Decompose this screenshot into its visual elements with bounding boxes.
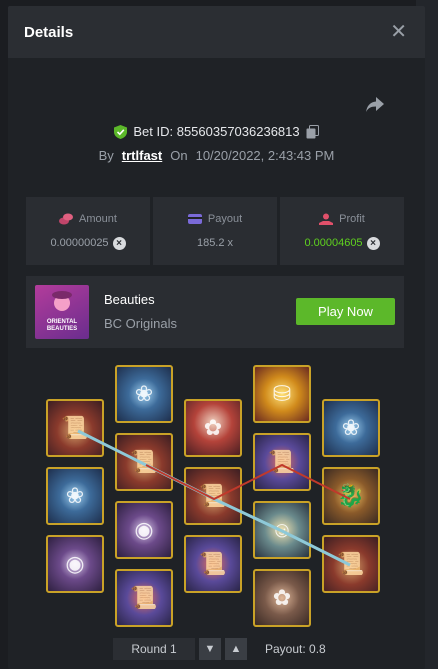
modal-header: Details ✕ xyxy=(8,6,425,58)
oriental-beauties-logo: ORIENTAL BEAUTIES xyxy=(47,291,78,332)
paylines xyxy=(77,429,351,567)
coin-icon: × xyxy=(112,236,126,250)
profit-hand-icon xyxy=(319,213,334,225)
payline-red xyxy=(145,463,351,501)
stat-payout: Payout 185.2 x xyxy=(153,197,277,265)
amount-label: Amount xyxy=(79,212,117,225)
bet-id: Bet ID: 85560357036236813 xyxy=(133,124,300,139)
play-now-button[interactable]: Play Now xyxy=(296,298,395,325)
details-modal: Details ✕ Bet ID: 85560357036236813 By t… xyxy=(8,6,425,669)
coin-icon: × xyxy=(366,236,380,250)
game-card: ORIENTAL BEAUTIES Beauties BC Originals … xyxy=(26,276,404,348)
game-name[interactable]: Beauties xyxy=(104,292,155,307)
on-label: On xyxy=(170,148,188,163)
round-selector[interactable]: Round 1 xyxy=(113,638,195,660)
stat-profit: Profit 0.00004605 × xyxy=(280,197,404,265)
verified-shield-icon xyxy=(114,124,128,139)
profit-label: Profit xyxy=(339,212,365,225)
payout-label: Payout xyxy=(207,213,243,225)
copy-icon[interactable] xyxy=(306,124,319,139)
coins-icon xyxy=(59,213,74,224)
wallet-icon xyxy=(187,214,202,224)
profit-value: 0.00004605 xyxy=(304,237,363,249)
amount-value: 0.00000025 xyxy=(50,237,109,249)
close-icon[interactable]: ✕ xyxy=(390,22,407,42)
slot-board: 📜 ❀ ◉ ❀ 📜 ◉ 📜 ✿ 📜 📜 ⛁ 📜 ☺ ✿ ❀ 🐉 📜 xyxy=(42,355,392,630)
by-label: By xyxy=(98,148,114,163)
bet-id-row: Bet ID: 85560357036236813 xyxy=(8,124,425,139)
payout-value: 185.2 x xyxy=(196,237,234,249)
modal-title: Details xyxy=(24,23,74,41)
bet-byline: By trtlfast On 10/20/2022, 2:43:43 PM xyxy=(8,148,425,163)
stats-row: Amount 0.00000025 × Payout 185.2 x Profi… xyxy=(26,197,404,265)
game-thumbnail[interactable]: ORIENTAL BEAUTIES xyxy=(35,285,89,339)
svg-text:BEAUTIES: BEAUTIES xyxy=(47,326,77,332)
share-icon[interactable] xyxy=(365,96,385,114)
chevron-up-icon[interactable]: ▲ xyxy=(225,638,247,660)
round-payout: Payout: 0.8 xyxy=(265,642,326,656)
round-controls: Round 1 ▼ ▲ Payout: 0.8 xyxy=(113,638,326,660)
bet-datetime: 10/20/2022, 2:43:43 PM xyxy=(195,148,335,163)
svg-text:ORIENTAL: ORIENTAL xyxy=(47,319,78,325)
chevron-down-icon[interactable]: ▼ xyxy=(199,638,221,660)
game-provider: BC Originals xyxy=(104,316,177,331)
stat-amount: Amount 0.00000025 × xyxy=(26,197,150,265)
username-link[interactable]: trtlfast xyxy=(122,148,162,163)
